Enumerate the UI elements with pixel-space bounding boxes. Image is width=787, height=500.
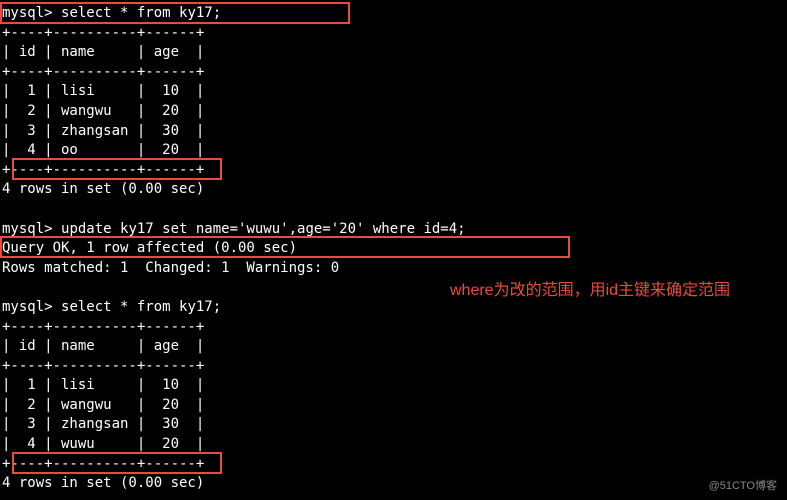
table-border: +----+----------+------+ bbox=[2, 358, 204, 374]
table-row: | 1 | lisi | 10 | bbox=[2, 83, 204, 99]
table-row: | 4 | oo | 20 | bbox=[2, 142, 204, 158]
sql-select: select * from ky17; bbox=[61, 5, 221, 21]
mysql-prompt: mysql> bbox=[2, 299, 53, 315]
terminal-output: mysql> select * from ky17; +----+-------… bbox=[2, 4, 785, 494]
table-border: +----+----------+------+ bbox=[2, 162, 204, 178]
mysql-prompt: mysql> bbox=[2, 5, 53, 21]
table-row: | 4 | wuwu | 20 | bbox=[2, 436, 204, 452]
sql-update: update ky17 set name='wuwu',age='20' whe… bbox=[61, 221, 466, 237]
table-border: +----+----------+------+ bbox=[2, 319, 204, 335]
rows-affected: 4 rows in set (0.00 sec) bbox=[2, 181, 204, 197]
annotation-text: where为改的范围，用id主键来确定范围 bbox=[450, 280, 730, 302]
table-row: | 2 | wangwu | 20 | bbox=[2, 397, 204, 413]
query-ok: Query OK, 1 row affected (0.00 sec) bbox=[2, 240, 297, 256]
table-border: +----+----------+------+ bbox=[2, 456, 204, 472]
prompt-line: mysql> update ky17 set name='wuwu',age='… bbox=[2, 221, 466, 237]
rows-matched: Rows matched: 1 Changed: 1 Warnings: 0 bbox=[2, 260, 339, 276]
prompt-line: mysql> select * from ky17; bbox=[2, 299, 221, 315]
table-border: +----+----------+------+ bbox=[2, 25, 204, 41]
sql-select: select * from ky17; bbox=[61, 299, 221, 315]
table-header: | id | name | age | bbox=[2, 44, 204, 60]
watermark: @51CTO博客 bbox=[709, 479, 777, 494]
table-row: | 3 | zhangsan | 30 | bbox=[2, 416, 204, 432]
rows-affected: 4 rows in set (0.00 sec) bbox=[2, 475, 204, 491]
table-header: | id | name | age | bbox=[2, 338, 204, 354]
table-border: +----+----------+------+ bbox=[2, 64, 204, 80]
table-row: | 1 | lisi | 10 | bbox=[2, 377, 204, 393]
table-row: | 2 | wangwu | 20 | bbox=[2, 103, 204, 119]
table-row: | 3 | zhangsan | 30 | bbox=[2, 123, 204, 139]
mysql-prompt: mysql> bbox=[2, 221, 53, 237]
prompt-line: mysql> select * from ky17; bbox=[2, 5, 221, 21]
